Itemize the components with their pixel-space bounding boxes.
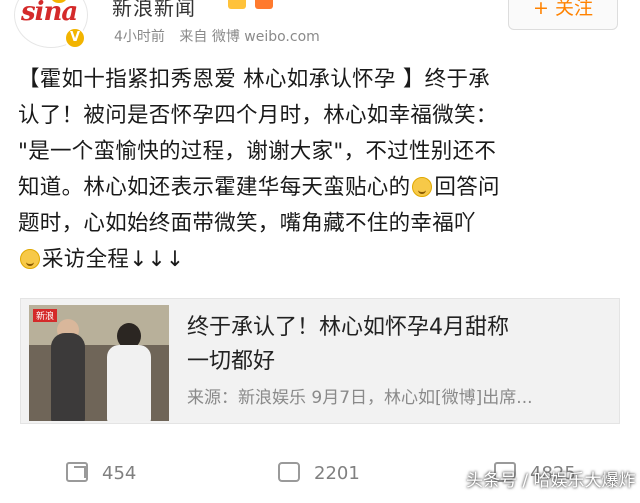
verified-icon: V bbox=[64, 27, 86, 49]
post-line-text: 知道。林心如还表示霍建华每天蛮贴心的 bbox=[18, 175, 411, 200]
crown-badge-icon bbox=[228, 0, 246, 9]
post-line: 知道。林心如还表示霍建华每天蛮贴心的 回答问 bbox=[18, 170, 624, 206]
account-name[interactable]: 新浪新闻 bbox=[112, 0, 196, 21]
post-header: sina V 新浪新闻 4小时前 来自 微博 weibo.com + 关注 bbox=[0, 0, 640, 56]
comment-button[interactable]: 2201 bbox=[278, 462, 360, 484]
flame-badge-icon bbox=[255, 0, 274, 9]
post-time: 4小时前 bbox=[114, 29, 165, 45]
post-line-text: 采访全程↓↓↓ bbox=[42, 247, 185, 272]
share-count: 454 bbox=[102, 463, 137, 484]
post-source: 来自 微博 weibo.com bbox=[179, 29, 320, 45]
post-line-text: 回答问 bbox=[434, 175, 500, 200]
post-line: 采访全程↓↓↓ bbox=[18, 242, 624, 278]
smile-emoji-icon bbox=[412, 177, 433, 197]
watermark: 头条号 / 哈娱乐大爆炸 bbox=[466, 471, 636, 491]
post-line: 【霍如十指紧扣秀恩爱 林心如承认怀孕 】终于承 bbox=[18, 67, 491, 92]
laugh-emoji-icon bbox=[20, 249, 40, 269]
link-card[interactable]: 新浪 终于承认了！林心如怀孕4月甜称 一切都好 来源：新浪娱乐 9月7日，林心如… bbox=[20, 298, 620, 424]
post-meta: 4小时前 来自 微博 weibo.com bbox=[114, 26, 330, 46]
article-thumbnail[interactable]: 新浪 bbox=[29, 305, 169, 421]
follow-button[interactable]: + 关注 bbox=[508, 0, 618, 30]
thumb-tag: 新浪 bbox=[33, 309, 58, 322]
share-button[interactable]: 454 bbox=[66, 462, 136, 484]
card-source: 来源：新浪娱乐 9月7日，林心如[微博]出席... bbox=[187, 388, 533, 408]
share-icon bbox=[66, 462, 88, 482]
action-bar: 454 2201 4825 头条号 / 哈娱乐大爆炸 bbox=[0, 452, 640, 503]
post-line: 题时，心如始终面带微笑，嘴角藏不住的幸福吖 bbox=[18, 211, 476, 236]
post-content: 【霍如十指紧扣秀恩爱 林心如承认怀孕 】终于承 认了！被问是否怀孕四个月时，林心… bbox=[18, 62, 624, 278]
comment-count: 2201 bbox=[314, 463, 360, 484]
account-badges bbox=[228, 0, 277, 13]
card-title[interactable]: 终于承认了！林心如怀孕4月甜称 一切都好 bbox=[187, 311, 597, 379]
sina-logo: sina bbox=[21, 0, 78, 27]
post-line: 认了！被问是否怀孕四个月时，林心如幸福微笑： bbox=[18, 103, 498, 128]
comment-icon bbox=[278, 462, 300, 482]
post-line: "是一个蛮愉快的过程，谢谢大家"，不过性别还不 bbox=[18, 139, 497, 164]
